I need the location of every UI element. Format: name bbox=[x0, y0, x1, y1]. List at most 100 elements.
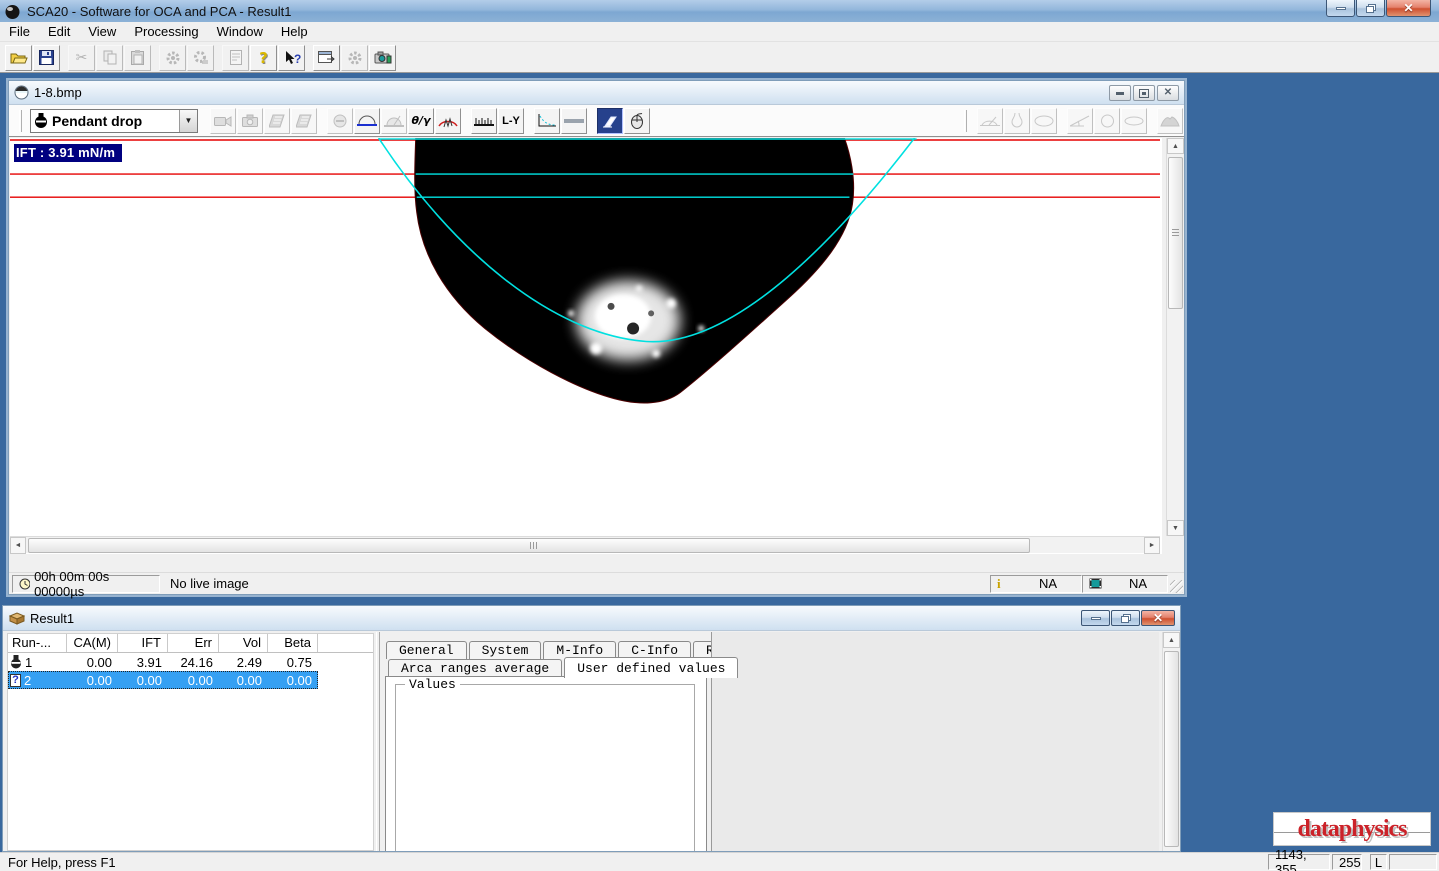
result-vertical-scrollbar[interactable]: ▲ bbox=[1162, 632, 1179, 851]
thick-line-icon bbox=[564, 117, 584, 125]
close-button[interactable]: ✕ bbox=[1386, 0, 1431, 17]
result-close-button[interactable]: ✕ bbox=[1141, 610, 1175, 626]
minimize-button[interactable] bbox=[1326, 0, 1355, 17]
tab-system[interactable]: System bbox=[469, 641, 542, 659]
col-run[interactable]: Run-... bbox=[8, 634, 67, 652]
copy-button[interactable] bbox=[96, 45, 123, 71]
col-vol[interactable]: Vol bbox=[219, 634, 268, 652]
menu-file[interactable]: File bbox=[0, 22, 39, 41]
cell-vol: 0.00 bbox=[219, 673, 268, 688]
cut-button[interactable]: ✂ bbox=[68, 45, 95, 71]
result-window-titlebar[interactable]: Result1 ✕ bbox=[3, 606, 1180, 631]
toolbar-grip[interactable] bbox=[19, 110, 22, 132]
scroll-right-button[interactable]: ► bbox=[1144, 537, 1160, 554]
scroll-down-button[interactable]: ▼ bbox=[1167, 520, 1184, 536]
mountain-fit-button[interactable] bbox=[1157, 108, 1183, 134]
restore-button[interactable] bbox=[1356, 0, 1385, 17]
manual-fit-button[interactable] bbox=[435, 108, 461, 134]
snapshot-tool-button[interactable] bbox=[369, 45, 396, 71]
col-ift[interactable]: IFT bbox=[118, 634, 168, 652]
col-err[interactable]: Err bbox=[168, 634, 219, 652]
col-beta[interactable]: Beta bbox=[268, 634, 318, 652]
dropdown-arrow-icon[interactable]: ▼ bbox=[179, 110, 197, 132]
image-window-titlebar[interactable]: 1-8.bmp ✕ bbox=[9, 81, 1184, 105]
frame-panel: NA bbox=[1082, 575, 1168, 593]
result-minimize-button[interactable] bbox=[1081, 610, 1110, 626]
menu-processing[interactable]: Processing bbox=[125, 22, 207, 41]
context-help-button[interactable]: ? bbox=[278, 45, 305, 71]
tilted-fit-button[interactable] bbox=[381, 108, 407, 134]
cell-err: 0.00 bbox=[168, 673, 219, 688]
snapshot-button[interactable] bbox=[237, 108, 263, 134]
circle-fit-button[interactable] bbox=[327, 108, 353, 134]
toolbar-grip-2[interactable] bbox=[964, 110, 967, 132]
ellipse-fit-button[interactable] bbox=[1031, 108, 1057, 134]
help-button[interactable]: ? bbox=[250, 45, 277, 71]
tab-general[interactable]: General bbox=[386, 641, 467, 659]
image-close-button[interactable]: ✕ bbox=[1157, 85, 1179, 101]
open-button[interactable] bbox=[5, 45, 32, 71]
vertical-scroll-thumb[interactable] bbox=[1164, 651, 1179, 847]
drop-image-canvas[interactable]: IFT : 3.91 mN/m bbox=[10, 138, 1162, 554]
table-tabs-splitter[interactable] bbox=[376, 632, 380, 851]
film-tool-2-button[interactable] bbox=[291, 108, 317, 134]
tilt-angle-button[interactable] bbox=[1067, 108, 1093, 134]
table-row-1[interactable]: 1 0.00 3.91 24.16 2.49 0.75 bbox=[8, 653, 373, 671]
dome-needle-icon bbox=[384, 114, 404, 128]
settings-button[interactable] bbox=[159, 45, 186, 71]
tab-user-defined-values[interactable]: User defined values bbox=[564, 657, 738, 678]
table-row-2-selected[interactable]: ? 2 0.00 0.00 0.00 0.00 0.00 bbox=[8, 671, 318, 689]
video-camera-icon bbox=[214, 115, 232, 127]
status-bar: For Help, press F1 1143, 355 255 L bbox=[0, 852, 1439, 871]
device-settings-button[interactable] bbox=[341, 45, 368, 71]
magic-wand-button[interactable] bbox=[597, 108, 623, 134]
report-button[interactable] bbox=[222, 45, 249, 71]
image-horizontal-scrollbar[interactable]: ◄ ► bbox=[10, 536, 1160, 553]
resize-grip[interactable] bbox=[1170, 580, 1183, 593]
gear-icon bbox=[165, 50, 181, 66]
restore-icon bbox=[1365, 3, 1377, 14]
paste-button[interactable] bbox=[124, 45, 151, 71]
image-maximize-button[interactable] bbox=[1133, 85, 1155, 101]
tab-area-ranges-average[interactable]: Arca ranges average bbox=[388, 659, 562, 677]
circle-button[interactable] bbox=[1094, 108, 1120, 134]
pendant-outline-button[interactable] bbox=[1004, 108, 1030, 134]
timer-panel: 00h 00m 00s 00000µs bbox=[12, 575, 160, 593]
col-ca[interactable]: CA(M) bbox=[67, 634, 118, 652]
ly-button[interactable]: L-Y bbox=[498, 108, 524, 134]
menu-view[interactable]: View bbox=[79, 22, 125, 41]
vertical-scroll-thumb[interactable] bbox=[1168, 157, 1183, 309]
horizontal-scroll-thumb[interactable] bbox=[28, 538, 1030, 553]
flat-ellipse-button[interactable] bbox=[1121, 108, 1147, 134]
snapshot-camera-icon bbox=[374, 50, 392, 65]
image-vertical-scrollbar[interactable]: ▲ ▼ bbox=[1166, 138, 1183, 536]
live-settings-button[interactable] bbox=[187, 45, 214, 71]
menu-edit[interactable]: Edit bbox=[39, 22, 79, 41]
main-toolbar: ✂ ? ? bbox=[0, 43, 1439, 73]
cursor-coords-panel: 1143, 355 bbox=[1268, 854, 1330, 870]
horizontal-line-button[interactable] bbox=[561, 108, 587, 134]
scroll-up-button[interactable]: ▲ bbox=[1163, 632, 1180, 648]
image-minimize-button[interactable] bbox=[1109, 85, 1131, 101]
film-tool-1-button[interactable] bbox=[264, 108, 290, 134]
profile-curve-button[interactable] bbox=[534, 108, 560, 134]
scroll-up-button[interactable]: ▲ bbox=[1167, 138, 1184, 154]
mouse-tool-button[interactable] bbox=[624, 108, 650, 134]
sessile-needle-button[interactable] bbox=[977, 108, 1003, 134]
info-icon: i bbox=[997, 576, 1001, 592]
run-id: 2 bbox=[24, 673, 31, 688]
new-result-window-button[interactable] bbox=[313, 45, 340, 71]
baseline-button[interactable] bbox=[471, 108, 497, 134]
menu-window[interactable]: Window bbox=[208, 22, 272, 41]
theta-gamma-button[interactable]: θ/γ bbox=[408, 108, 434, 134]
result-restore-button[interactable] bbox=[1111, 610, 1140, 626]
live-video-button[interactable] bbox=[210, 108, 236, 134]
copy-icon bbox=[103, 50, 117, 65]
scroll-left-button[interactable]: ◄ bbox=[10, 537, 26, 554]
cell-vol: 2.49 bbox=[219, 655, 268, 670]
save-button[interactable] bbox=[33, 45, 60, 71]
cell-beta: 0.75 bbox=[268, 655, 318, 670]
method-dropdown[interactable]: Pendant drop ▼ bbox=[30, 109, 198, 133]
sessile-fit-button[interactable] bbox=[354, 108, 380, 134]
menu-help[interactable]: Help bbox=[272, 22, 317, 41]
